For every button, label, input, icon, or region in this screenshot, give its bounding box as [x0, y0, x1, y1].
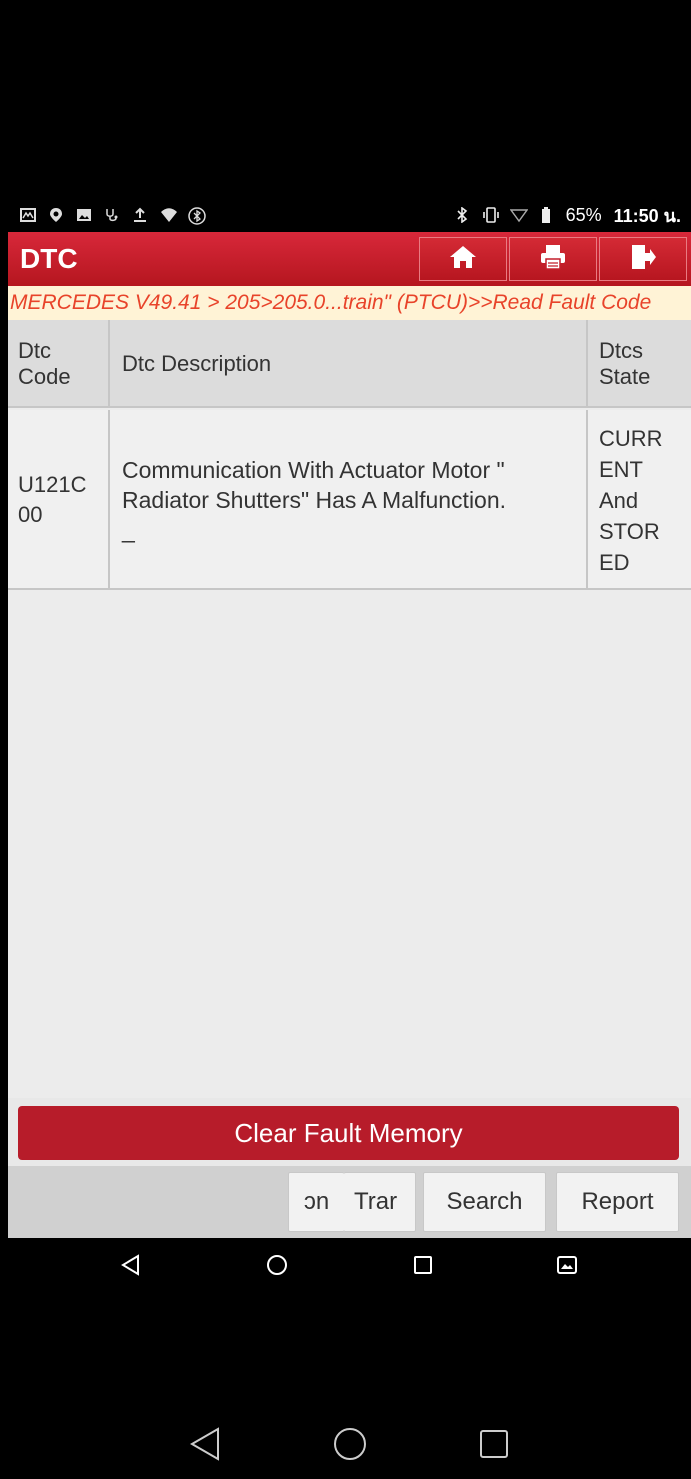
search-button[interactable]: Search: [423, 1172, 546, 1232]
column-divider: [108, 320, 110, 408]
status-left-icons: [20, 207, 206, 225]
dtc-state-line: STOR: [599, 518, 660, 544]
column-divider: [108, 410, 110, 590]
location-icon: [48, 207, 64, 223]
wifi-icon: [160, 207, 177, 223]
status-right-icons: 65% 11:50 น.: [454, 201, 681, 230]
header-dtc-description: Dtc Description: [122, 351, 272, 376]
signal-icon: [509, 207, 528, 223]
dtc-description-line1: Communication With Actuator Motor ": [122, 457, 505, 483]
home-circle-icon[interactable]: [266, 1254, 288, 1281]
clear-bar: Clear Fault Memory: [8, 1098, 691, 1166]
header-dtcs-state: Dtcs State: [599, 320, 689, 408]
app-nav-bar: [8, 1238, 691, 1292]
partial-button-left[interactable]: ɔn: [288, 1172, 344, 1232]
bottom-toolbar: ɔn Trar Search Report: [8, 1166, 691, 1238]
report-button[interactable]: Report: [556, 1172, 679, 1232]
print-button[interactable]: [509, 237, 597, 281]
screenshot-icon[interactable]: [556, 1254, 578, 1281]
header-dtc-code-line2: Code: [18, 364, 71, 389]
recents-icon[interactable]: [412, 1254, 434, 1281]
dtc-code-line2: 00: [18, 502, 43, 527]
column-divider: [586, 320, 588, 408]
system-recents-icon[interactable]: [478, 1428, 510, 1465]
battery-percentage: 65%: [565, 204, 602, 225]
dtc-description-line2: Radiator Shutters" Has A Malfunction.: [122, 487, 507, 513]
dtc-state-line: ENT: [599, 456, 643, 482]
exit-button[interactable]: [599, 237, 687, 281]
dtc-state-line: And: [599, 487, 639, 513]
image-icon: [76, 207, 92, 223]
column-divider: [586, 410, 588, 590]
upload-icon: [132, 207, 148, 223]
header-dtcs-state-line2: State: [599, 364, 651, 389]
table-header: Dtc Code Dtc Description Dtcs State: [8, 320, 691, 408]
header-dtc-code-line1: Dtc: [18, 338, 51, 363]
header-dtcs-state-line1: Dtcs: [599, 338, 643, 363]
home-icon: [449, 244, 477, 275]
header-dtc-code: Dtc Code: [18, 320, 108, 408]
bluetooth-circle-icon: [188, 207, 206, 225]
row-dtc-state: CURR ENT And STOR ED: [599, 410, 689, 590]
dtc-table: Dtc Code Dtc Description Dtcs State U121…: [8, 320, 691, 1098]
mail-icon: [20, 207, 36, 223]
status-bar: 65% 11:50 น.: [8, 198, 691, 232]
breadcrumb: MERCEDES V49.41 > 205>205.0...train" (PT…: [8, 286, 691, 320]
system-nav-bar: [8, 1410, 691, 1479]
table-row[interactable]: U121C 00 Communication With Actuator Mot…: [8, 410, 691, 590]
row-dtc-description: Communication With Actuator Motor " Radi…: [122, 410, 584, 590]
system-back-icon[interactable]: [188, 1426, 222, 1467]
back-icon[interactable]: [120, 1254, 142, 1281]
dtc-description-line3: _: [122, 517, 135, 543]
bluetooth-icon: [454, 206, 470, 224]
print-icon: [539, 243, 567, 276]
vibrate-icon: [482, 207, 499, 223]
system-home-icon[interactable]: [332, 1426, 368, 1467]
exit-icon: [629, 243, 657, 276]
partial-button-trar[interactable]: Trar: [344, 1172, 416, 1232]
home-button[interactable]: [419, 237, 507, 281]
clear-fault-memory-button[interactable]: Clear Fault Memory: [18, 1106, 679, 1160]
stethoscope-icon: [104, 207, 120, 223]
status-time: 11:50 น.: [613, 205, 681, 226]
battery-icon: [538, 207, 554, 223]
row-dtc-code: U121C 00: [18, 410, 108, 590]
dtc-state-line: CURR: [599, 425, 663, 451]
title-bar: DTC: [8, 232, 691, 286]
app-screen: 65% 11:50 น. DTC MERCEDES V49.41 > 205>2…: [8, 0, 691, 1479]
page-title: DTC: [20, 243, 78, 274]
dtc-code-line1: U121C: [18, 472, 87, 497]
dtc-state-line: ED: [599, 549, 630, 575]
